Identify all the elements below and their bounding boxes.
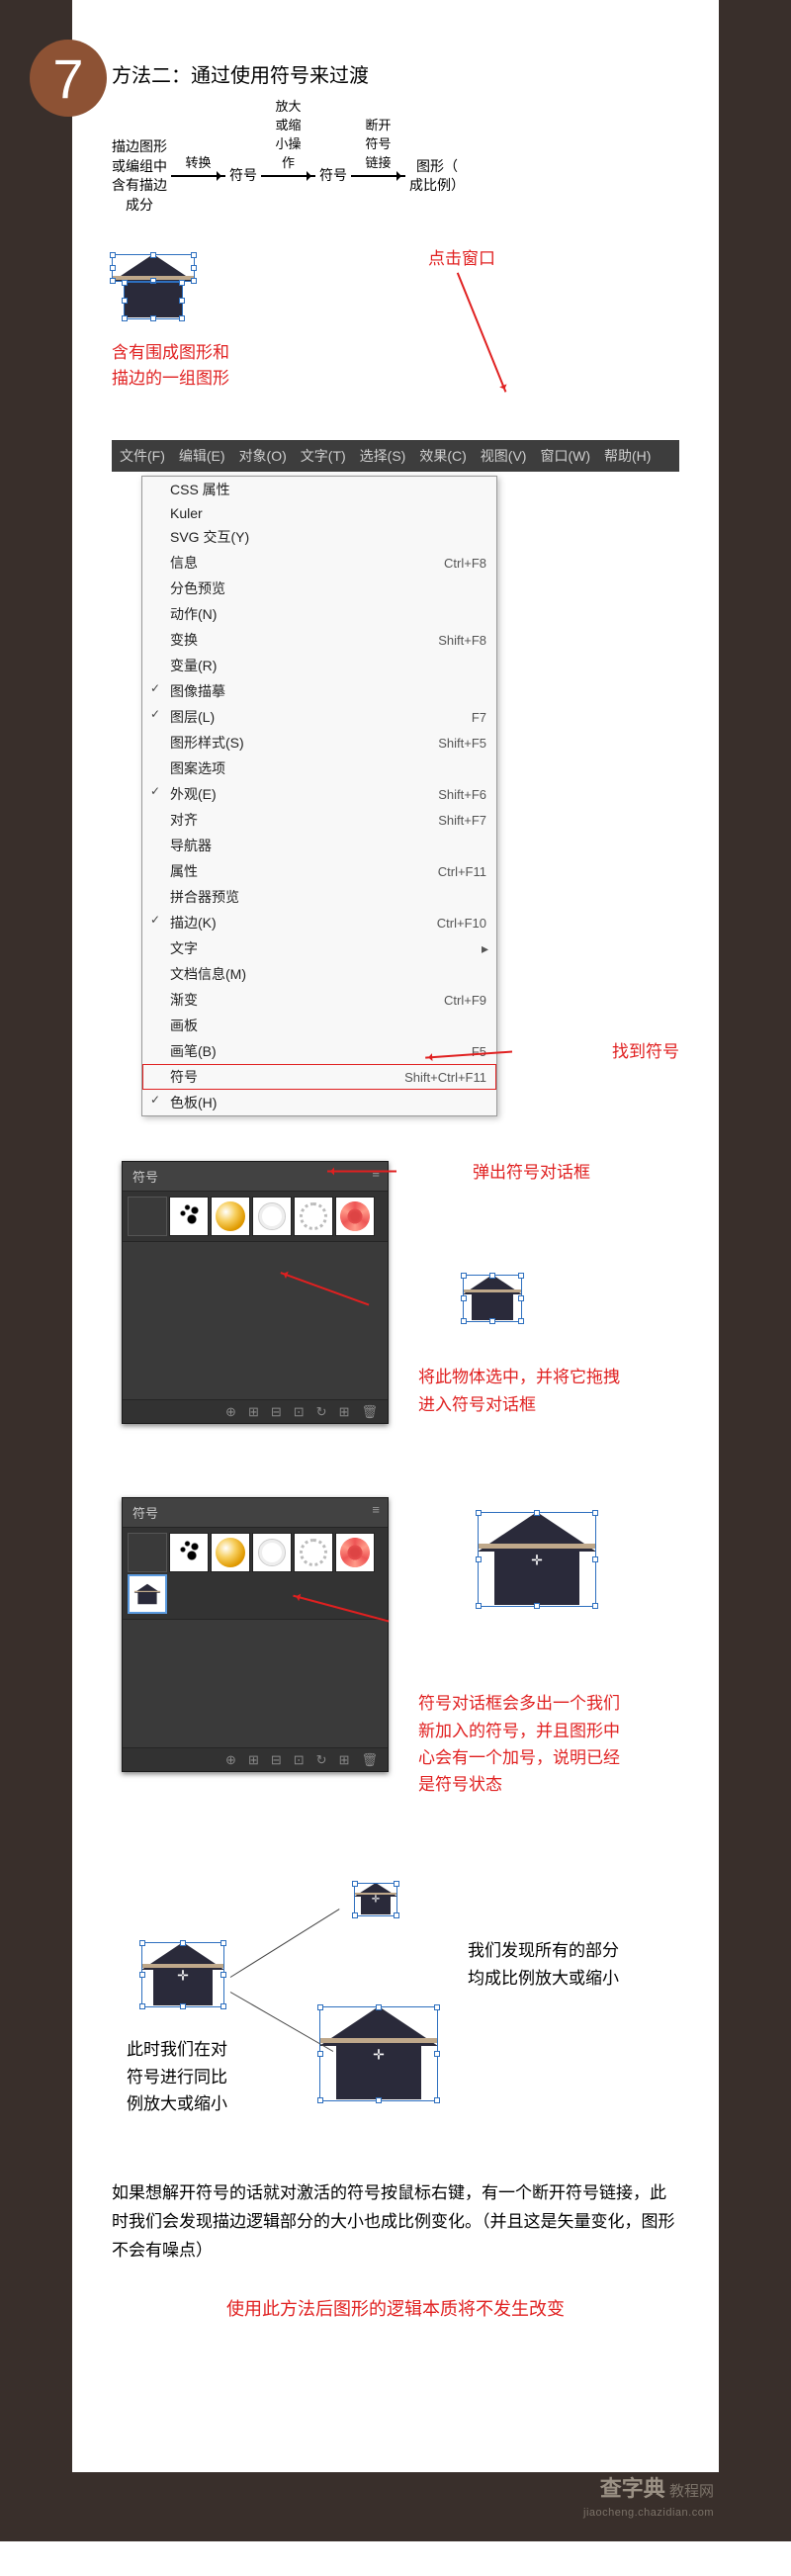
symbol-added-annotation: 符号对话框会多出一个我们 新加入的符号，并且图形中 心会有一个加号，说明已经 是… <box>418 1690 620 1798</box>
menu-item[interactable]: 文字 <box>142 935 496 961</box>
menu-item[interactable]: 外观(E)Shift+F6 <box>142 781 496 807</box>
menu-object[interactable]: 对象(O) <box>239 446 287 466</box>
plus-icon: ✛ <box>177 1967 189 1984</box>
menu-item[interactable]: 拼合器预览 <box>142 884 496 910</box>
app-menu-bar: 文件(F) 编辑(E) 对象(O) 文字(T) 选择(S) 效果(C) 视图(V… <box>112 440 679 472</box>
click-window-annotation: 点击窗口 <box>428 244 495 269</box>
flow-step-2: 符号 <box>229 166 257 186</box>
menu-view[interactable]: 视图(V) <box>481 446 527 466</box>
find-symbol-annotation: 找到符号 <box>612 1037 679 1062</box>
menu-select[interactable]: 选择(S) <box>360 446 406 466</box>
panel-title: 符号 <box>123 1498 388 1528</box>
house-caption: 含有围成图形和 描边的一组图形 <box>112 340 679 391</box>
plus-icon: ✛ <box>373 2047 385 2064</box>
plus-icon: ✛ <box>372 1895 380 1906</box>
menu-item[interactable]: 符号Shift+Ctrl+F11 <box>142 1064 496 1090</box>
symbol-swatch[interactable] <box>335 1533 375 1572</box>
house-medium: ✛ <box>141 1942 224 2005</box>
menu-item[interactable]: 对齐Shift+F7 <box>142 807 496 833</box>
menu-item[interactable]: 分色预览 <box>142 576 496 601</box>
symbol-swatch[interactable] <box>211 1197 250 1236</box>
panel-footer: ⊕⊞⊟⊡↻⊞🗑 <box>123 1747 388 1771</box>
menu-item[interactable]: 变换Shift+F8 <box>142 627 496 653</box>
popup-annotation: 弹出符号对话框 <box>473 1158 590 1183</box>
menu-effect[interactable]: 效果(C) <box>419 446 466 466</box>
symbol-swatch[interactable] <box>294 1533 333 1572</box>
flow-step-4: 图形（ 成比例） <box>409 157 465 196</box>
symbol-swatch[interactable] <box>169 1533 209 1572</box>
menu-item[interactable]: 描边(K)Ctrl+F10 <box>142 910 496 935</box>
menu-window[interactable]: 窗口(W) <box>540 446 590 466</box>
menu-item[interactable]: 导航器 <box>142 833 496 858</box>
menu-type[interactable]: 文字(T) <box>301 446 346 466</box>
menu-item[interactable]: 色板(H) <box>142 1090 496 1115</box>
step-number-badge: 7 <box>30 40 107 117</box>
house-large: ✛ <box>319 2006 438 2099</box>
flow-step-1: 描边图形 或编组中 含有描边 成分 <box>112 137 167 215</box>
final-note: 使用此方法后图形的逻辑本质将不发生改变 <box>112 2295 679 2321</box>
symbol-swatch-house[interactable] <box>128 1574 167 1614</box>
symbol-swatch-empty[interactable] <box>128 1533 167 1572</box>
flow-step-3: 符号 <box>319 166 347 186</box>
drag-instruction: 将此物体选中，并将它拖拽 进入符号对话框 <box>418 1364 620 1417</box>
connector-line <box>230 1992 333 2052</box>
panel-footer: ⊕⊞⊟⊡↻⊞🗑 <box>123 1399 388 1423</box>
break-link-paragraph: 如果想解开符号的话就对激活的符号按鼠标右键，有一个断开符号链接，此时我们会发现描… <box>112 2179 679 2265</box>
symbol-swatch[interactable] <box>169 1197 209 1236</box>
scale-action: 此时我们在对 符号进行同比 例放大或缩小 <box>127 2036 227 2117</box>
panel-title: 符号 <box>123 1162 388 1192</box>
menu-item[interactable]: 动作(N) <box>142 601 496 627</box>
symbol-swatch[interactable] <box>335 1197 375 1236</box>
symbol-swatch[interactable] <box>252 1197 292 1236</box>
symbols-panel-after: 符号 ⊕⊞⊟⊡↻⊞🗑 <box>122 1497 389 1772</box>
symbol-swatch-empty[interactable] <box>128 1197 167 1236</box>
menu-item[interactable]: 变量(R) <box>142 653 496 678</box>
workflow-diagram: 描边图形 或编组中 含有描边 成分 转换 符号 放大或缩 小操作 符号 断开符号… <box>112 137 679 215</box>
menu-item[interactable]: SVG 交互(Y) <box>142 524 496 550</box>
menu-item[interactable]: 图案选项 <box>142 755 496 781</box>
menu-item[interactable]: 图像描摹 <box>142 678 496 704</box>
window-menu-dropdown: CSS 属性KulerSVG 交互(Y)信息Ctrl+F8分色预览动作(N)变换… <box>141 476 497 1116</box>
arrow-icon: 转换 <box>171 175 225 177</box>
arrow-icon: 放大或缩 小操作 <box>261 175 315 177</box>
menu-item[interactable]: Kuler <box>142 502 496 524</box>
house-graphic-selected <box>112 254 195 317</box>
menu-item[interactable]: 属性Ctrl+F11 <box>142 858 496 884</box>
menu-file[interactable]: 文件(F) <box>120 446 165 466</box>
symbol-swatch[interactable] <box>211 1533 250 1572</box>
menu-item[interactable]: CSS 属性 <box>142 477 496 502</box>
menu-item[interactable]: 图层(L)F7 <box>142 704 496 730</box>
connector-line <box>230 1910 340 1979</box>
menu-help[interactable]: 帮助(H) <box>604 446 651 466</box>
symbols-panel: 符号 ⊕⊞⊟⊡↻⊞🗑 <box>122 1161 389 1424</box>
scale-observation: 我们发现所有的部分 均成比例放大或缩小 <box>468 1937 619 1991</box>
arrow-icon: 断开符号 链接 <box>351 175 405 177</box>
menu-item[interactable]: 画笔(B)F5 <box>142 1038 496 1064</box>
menu-item[interactable]: 图形样式(S)Shift+F5 <box>142 730 496 755</box>
menu-edit[interactable]: 编辑(E) <box>179 446 225 466</box>
symbol-swatch[interactable] <box>252 1533 292 1572</box>
plus-icon: ✛ <box>531 1553 543 1569</box>
watermark: 查字典 教程网 jiaocheng.chazidian.com <box>583 2471 714 2520</box>
house-small: ✛ <box>354 1883 397 1914</box>
symbol-swatch[interactable] <box>294 1197 333 1236</box>
menu-item[interactable]: 渐变Ctrl+F9 <box>142 987 496 1013</box>
menu-item[interactable]: 信息Ctrl+F8 <box>142 550 496 576</box>
menu-item[interactable]: 文档信息(M) <box>142 961 496 987</box>
method-heading: 方法二：通过使用符号来过渡 <box>112 59 679 88</box>
house-graphic-small <box>463 1275 522 1320</box>
house-symbol-graphic: ✛ <box>478 1512 596 1605</box>
menu-item[interactable]: 画板 <box>142 1013 496 1038</box>
